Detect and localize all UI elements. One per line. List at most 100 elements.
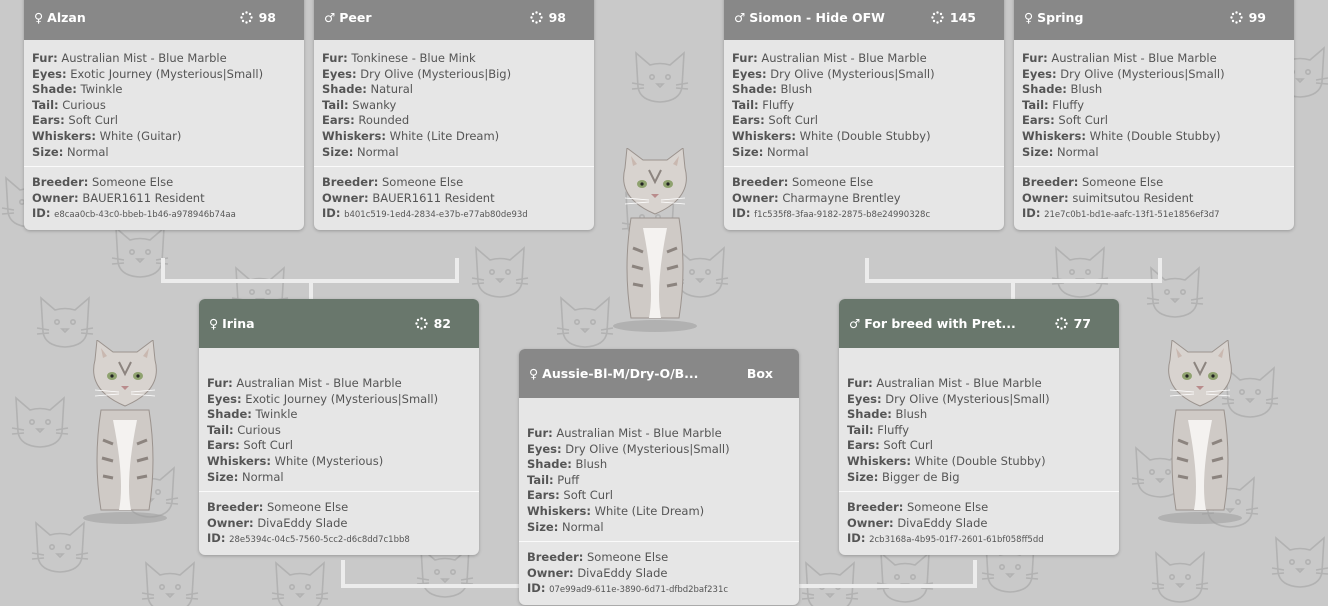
cat-figure-icon: [83, 340, 167, 524]
spinner-dots-icon: [1054, 317, 1068, 330]
trait-tail: Tail: Fluffy: [732, 98, 996, 114]
cat-name: For breed with Pret...: [864, 316, 1016, 331]
cat-card-peer[interactable]: ♂ Peer 98 Fur: Tonkinese - Blue Mink Eye…: [314, 0, 594, 230]
label: Eyes:: [32, 66, 67, 81]
value: Blush: [575, 457, 608, 472]
trait-shade: Shade: Blush: [847, 407, 1111, 423]
cat-card-alzan[interactable]: ♀ Alzan 98 Fur: Australian Mist - Blue M…: [24, 0, 304, 230]
spinner-dots-icon: [1229, 10, 1243, 24]
label: Fur:: [1022, 51, 1048, 65]
owner-row: Owner: BAUER1611 Resident: [322, 191, 586, 207]
value: Charmayne Brentley: [782, 190, 901, 205]
trait-tail: Tail: Puff: [527, 473, 791, 489]
value: Twinkle: [80, 82, 123, 97]
traits-section: Fur: Australian Mist - Blue Marble Eyes:…: [839, 348, 1119, 491]
value: White (Double Stubby): [1089, 128, 1221, 143]
id-row: ID: f1c535f8-3faa-9182-2875-b8e24990328c: [732, 206, 996, 224]
label: Shade:: [527, 457, 572, 472]
label: Breeder:: [32, 175, 89, 190]
id-row: ID: 21e7c0b1-bd1e-aafc-13f1-51e1856ef3d7: [1022, 206, 1286, 224]
label: Owner:: [1022, 190, 1069, 205]
value: Soft Curl: [68, 113, 118, 128]
cat-name: Siomon - Hide OFW: [749, 9, 885, 25]
id-row: ID: e8caa0cb-43c0-bbeb-1b46-a978946b74aa: [32, 206, 296, 224]
value: Fluffy: [762, 97, 795, 112]
card-header[interactable]: ♂ For breed with Pret... 77: [839, 299, 1119, 348]
trait-fur: Fur: Australian Mist - Blue Marble: [847, 376, 1111, 392]
trait-eyes: Eyes: Dry Olive (Mysterious|Small): [1022, 67, 1286, 83]
traits-section: Fur: Australian Mist - Blue Marble Eyes:…: [519, 398, 799, 541]
trait-ears: Ears: Soft Curl: [207, 438, 471, 454]
value: White (Lite Dream): [389, 128, 500, 143]
value: e8caa0cb-43c0-bbeb-1b46-a978946b74aa: [54, 210, 236, 221]
trait-whiskers: Whiskers: White (Double Stubby): [1022, 129, 1286, 145]
label: Owner:: [32, 190, 79, 205]
value: Exotic Journey (Mysterious|Small): [70, 66, 264, 81]
label: Shade:: [1022, 82, 1067, 97]
box-value: Box: [746, 366, 773, 381]
label: Eyes:: [322, 66, 357, 81]
trait-whiskers: Whiskers: White (Double Stubby): [847, 454, 1111, 470]
value: Curious: [62, 97, 106, 112]
card-header[interactable]: ♀ Alzan 98: [24, 0, 304, 40]
label: Tail:: [732, 97, 759, 112]
label: Breeder:: [1022, 175, 1079, 190]
cat-card-spring[interactable]: ♀ Spring 99 Fur: Australian Mist - Blue …: [1014, 0, 1294, 230]
value: Normal: [1056, 144, 1099, 159]
card-header[interactable]: ♂ Peer 98: [314, 0, 594, 40]
card-header[interactable]: ♀ Aussie-Bl-M/Dry-O/B... Box: [519, 349, 799, 398]
value: Puff: [557, 472, 580, 487]
label: Ears:: [527, 488, 560, 503]
label: Owner:: [207, 515, 254, 530]
box-label: Box: [747, 366, 773, 381]
value: Exotic Journey (Mysterious|Small): [245, 391, 439, 406]
card-header[interactable]: ♂ Siomon - Hide OFW 145: [724, 0, 1004, 40]
cat-card-aussie[interactable]: ♀ Aussie-Bl-M/Dry-O/B... Box Fur: Austra…: [519, 349, 799, 605]
value: suimitsutou Resident: [1072, 190, 1194, 205]
male-icon: ♂: [849, 316, 861, 331]
label: Owner:: [847, 515, 894, 530]
label: Owner:: [732, 190, 779, 205]
value: Australian Mist - Blue Marble: [761, 51, 927, 65]
value: Dry Olive (Mysterious|Big): [360, 66, 512, 81]
cat-figure-icon: [1158, 340, 1242, 524]
cat-card-irina[interactable]: ♀ Irina 82 Fur: Australian Mist - Blue M…: [199, 299, 479, 555]
trait-whiskers: Whiskers: White (Lite Dream): [527, 504, 791, 520]
label: Ears:: [1022, 113, 1055, 128]
value: DivaEddy Slade: [577, 565, 668, 580]
id-row: ID: 2cb3168a-4b95-01f7-2601-61bf058ff5dd: [847, 531, 1111, 549]
trait-size: Size: Normal: [322, 145, 586, 161]
breeder-row: Breeder: Someone Else: [1022, 175, 1286, 191]
label: Size:: [1022, 144, 1054, 159]
label: Eyes:: [1022, 66, 1057, 81]
card-header[interactable]: ♀ Irina 82: [199, 299, 479, 348]
value: Normal: [356, 144, 399, 159]
label: Tail:: [847, 422, 874, 437]
value: Soft Curl: [883, 438, 933, 453]
trait-ears: Ears: Rounded: [322, 113, 586, 129]
label: Breeder:: [527, 550, 584, 565]
trait-shade: Shade: Blush: [1022, 82, 1286, 98]
value: Soft Curl: [1058, 113, 1108, 128]
breeder-row: Breeder: Someone Else: [322, 175, 586, 191]
value: Someone Else: [267, 500, 349, 515]
owner-row: Owner: DivaEddy Slade: [207, 516, 471, 532]
spinner-dots-icon: [239, 10, 253, 24]
value: Dry Olive (Mysterious|Small): [885, 391, 1050, 406]
trait-whiskers: Whiskers: White (Mysterious): [207, 454, 471, 470]
label: Ears:: [32, 113, 65, 128]
traits-section: Fur: Tonkinese - Blue Mink Eyes: Dry Oli…: [314, 40, 594, 166]
value: Bigger de Big: [881, 469, 960, 484]
cat-card-for-breed[interactable]: ♂ For breed with Pret... 77 Fur: Austral…: [839, 299, 1119, 555]
meta-section: Breeder: Someone Else Owner: DivaEddy Sl…: [519, 541, 799, 605]
card-header[interactable]: ♀ Spring 99: [1014, 0, 1294, 40]
generation-count: 98: [239, 10, 276, 25]
generation-count: 82: [414, 316, 451, 331]
cat-card-siomon[interactable]: ♂ Siomon - Hide OFW 145 Fur: Australian …: [724, 0, 1004, 230]
label: Breeder:: [847, 500, 904, 515]
label: Ears:: [322, 113, 355, 128]
owner-row: Owner: DivaEddy Slade: [847, 516, 1111, 532]
cat-name: Spring: [1037, 9, 1084, 25]
trait-fur: Fur: Australian Mist - Blue Marble: [732, 51, 996, 67]
cat-name: Peer: [339, 9, 372, 25]
